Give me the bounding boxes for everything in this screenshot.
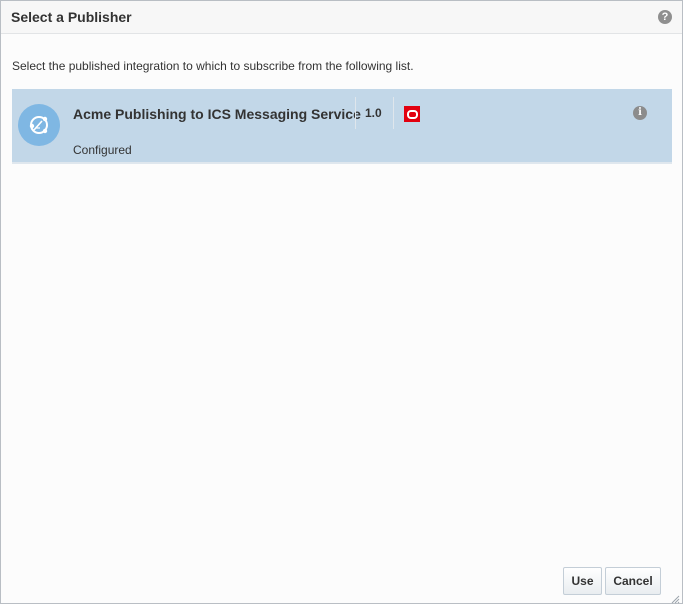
column-divider [393,97,394,129]
publisher-version: 1.0 [365,106,382,120]
publisher-status: Configured [73,143,132,157]
help-icon[interactable]: ? [658,10,672,24]
select-publisher-dialog: Select a Publisher ? Select the publishe… [0,0,683,604]
use-button[interactable]: Use [563,567,602,595]
publisher-row[interactable]: Acme Publishing to ICS Messaging Service… [12,89,672,164]
resize-grip-icon[interactable] [670,591,680,604]
column-divider [355,97,356,129]
oracle-icon [404,106,420,122]
integration-icon [18,104,60,146]
publisher-name: Acme Publishing to ICS Messaging Service [73,106,361,122]
publisher-list: Acme Publishing to ICS Messaging Service… [12,89,672,164]
dialog-titlebar: Select a Publisher ? [1,1,682,34]
dialog-title: Select a Publisher [11,9,132,25]
cancel-button[interactable]: Cancel [605,567,661,595]
instruction-text: Select the published integration to whic… [12,59,414,73]
info-icon[interactable]: i [633,106,647,120]
